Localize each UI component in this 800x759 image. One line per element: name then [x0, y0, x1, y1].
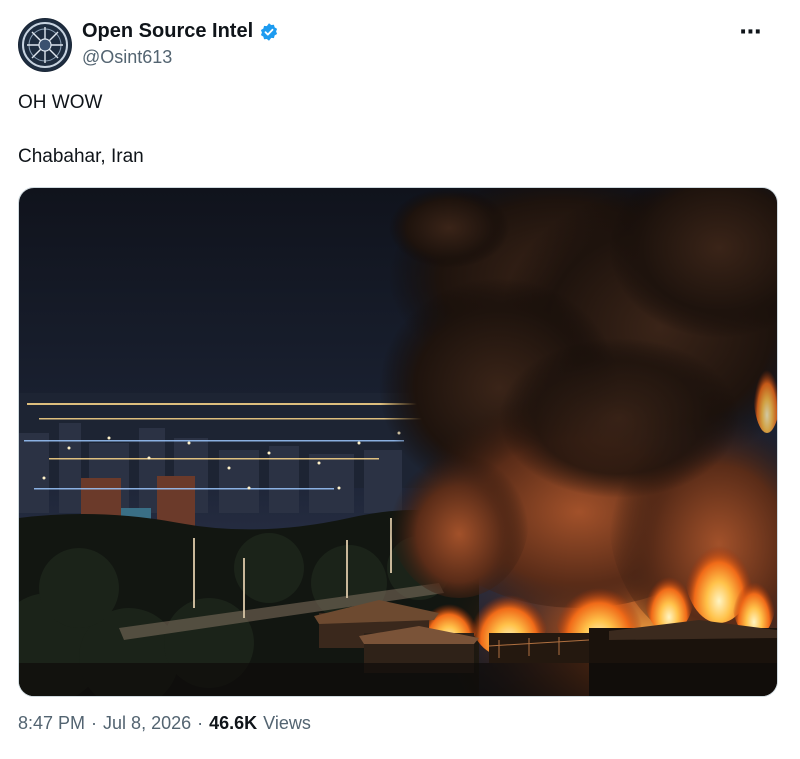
tweet-time[interactable]: 8:47 PM — [18, 713, 85, 734]
more-options-icon[interactable]: ⋯ — [736, 19, 766, 44]
avatar[interactable] — [18, 18, 72, 72]
handle[interactable]: @Osint613 — [82, 47, 279, 68]
views-label: Views — [263, 713, 311, 733]
display-name[interactable]: Open Source Intel — [82, 20, 253, 43]
meta-separator: · — [197, 713, 204, 733]
tweet-meta: 8:47 PM · Jul 8, 2026 · 46.6K Views — [18, 713, 311, 734]
fire-photo-image — [19, 188, 777, 696]
tweet-photo[interactable] — [18, 187, 778, 697]
tweet-date[interactable]: Jul 8, 2026 — [103, 713, 191, 734]
tweet-line: OH WOW — [18, 92, 103, 113]
verified-badge-icon[interactable] — [259, 22, 279, 42]
meta-separator: · — [91, 713, 98, 733]
emblem-avatar-icon — [19, 19, 71, 71]
tweet-line: Chabahar, Iran — [18, 146, 144, 167]
tweet-text: OH WOW Chabahar, Iran — [18, 90, 144, 169]
views-count[interactable]: 46.6K — [209, 713, 257, 734]
tweet-header: Open Source Intel @Osint613 ⋯ — [18, 18, 782, 78]
author-names: Open Source Intel @Osint613 — [82, 20, 279, 68]
